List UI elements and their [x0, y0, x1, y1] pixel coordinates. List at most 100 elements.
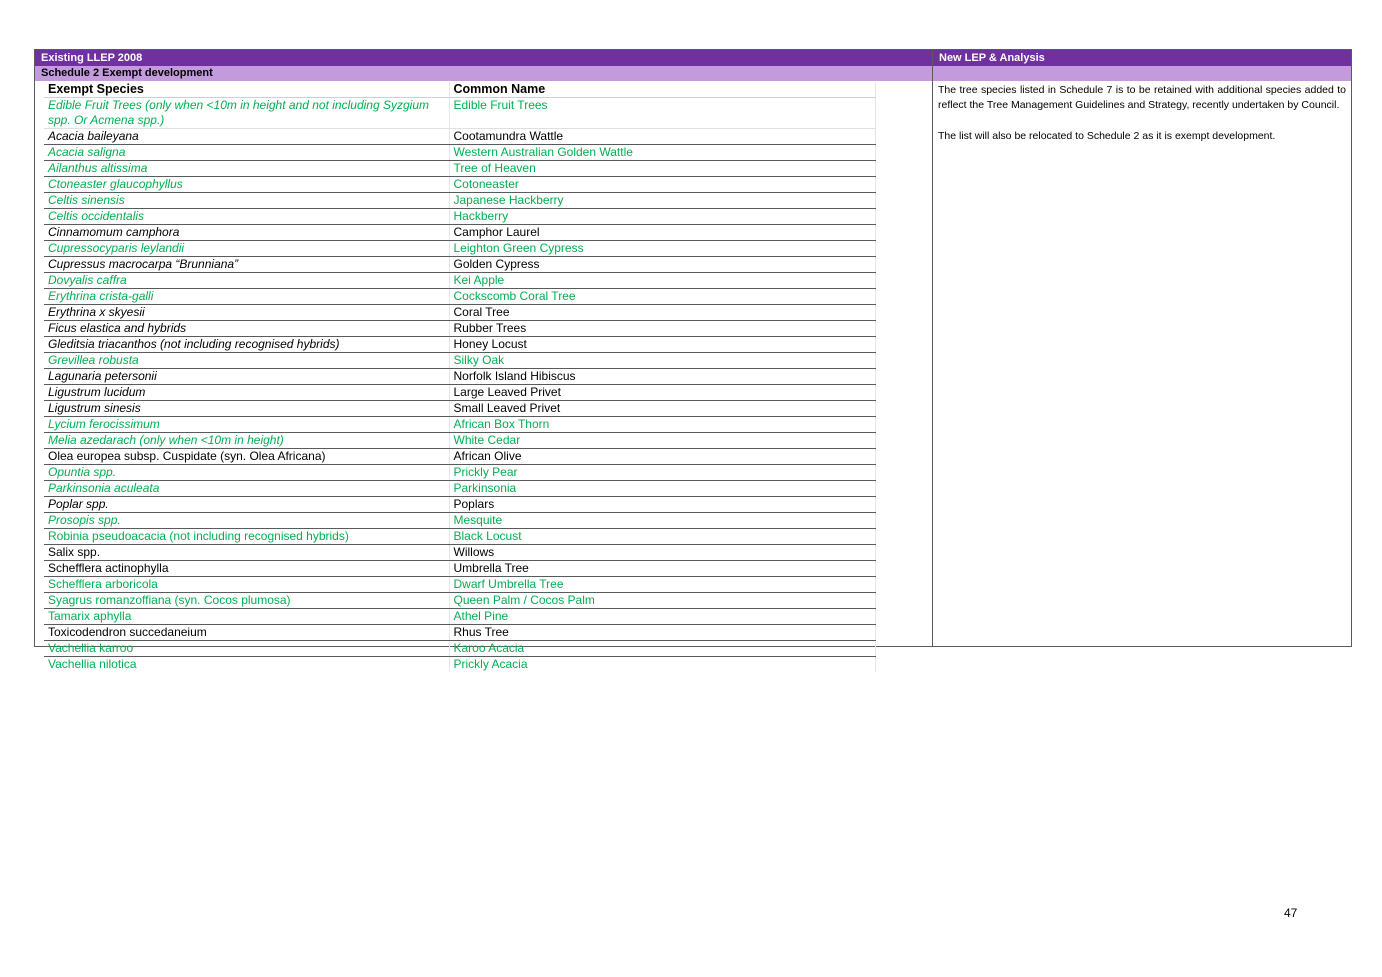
- common-name-cell: Willows: [449, 544, 876, 561]
- species-name-cell: Ctoneaster glaucophyllus: [44, 176, 450, 193]
- common-name-cell: Prickly Acacia: [449, 656, 876, 672]
- exempt-species-column-header: Exempt Species: [44, 82, 450, 98]
- column-divider: [932, 50, 933, 646]
- analysis-text: The tree species listed in Schedule 7 is…: [938, 83, 1346, 160]
- species-name-cell: Celtis occidentalis: [44, 208, 450, 225]
- table-row: Celtis occidentalis Hackberry: [44, 208, 876, 225]
- species-name-cell: Lycium ferocissimum: [44, 416, 450, 433]
- table-row: Salix spp. Willows: [44, 544, 876, 561]
- table-row: Melia azedarach (only when <10m in heigh…: [44, 432, 876, 449]
- table-row: Cupressocyparis leylandii Leighton Green …: [44, 240, 876, 257]
- table-row: Opuntia spp. Prickly Pear: [44, 464, 876, 481]
- species-name-cell: Acacia saligna: [44, 144, 450, 161]
- table-row: Celtis sinensis Japanese Hackberry: [44, 192, 876, 209]
- common-name-cell: Kei Apple: [449, 272, 876, 289]
- species-name-cell: Cupressocyparis leylandii: [44, 240, 450, 257]
- common-name-cell: Silky Oak: [449, 352, 876, 369]
- species-name-cell: Dovyalis caffra: [44, 272, 450, 289]
- species-name-cell: Acacia baileyana: [44, 128, 450, 145]
- species-name-cell: Opuntia spp.: [44, 464, 450, 481]
- species-name-cell: Gleditsia triacanthos (not including rec…: [44, 336, 450, 353]
- common-name-cell: Poplars: [449, 496, 876, 513]
- schedule-2-subheader: Schedule 2 Exempt development: [35, 66, 932, 81]
- common-name-cell: Small Leaved Privet: [449, 400, 876, 417]
- table-row: Cupressus macrocarpa “Brunniana” Golden C…: [44, 256, 876, 273]
- common-name-cell: Rhus Tree: [449, 624, 876, 641]
- table-row: Robinia pseudoacacia (not including reco…: [44, 528, 876, 545]
- table-row: Ctoneaster glaucophyllus Cotoneaster: [44, 176, 876, 193]
- common-name-cell: Athel Pine: [449, 608, 876, 625]
- species-name-cell: Edible Fruit Trees (only when <10m in he…: [44, 97, 450, 129]
- common-name-cell: Coral Tree: [449, 304, 876, 321]
- table-row: Olea europea subsp. Cuspidate (syn. Olea…: [44, 448, 876, 465]
- common-name-column-header: Common Name: [449, 82, 876, 98]
- species-name-cell: Olea europea subsp. Cuspidate (syn. Olea…: [44, 448, 450, 465]
- species-name-cell: Parkinsonia aculeata: [44, 480, 450, 497]
- common-name-cell: Leighton Green Cypress: [449, 240, 876, 257]
- species-name-cell: Schefflera arboricola: [44, 576, 450, 593]
- table-row: Grevillea robusta Silky Oak: [44, 352, 876, 369]
- common-name-cell: Mesquite: [449, 512, 876, 529]
- common-name-cell: Golden Cypress: [449, 256, 876, 273]
- exempt-species-table: Exempt Species Common Name Edible Fruit …: [44, 82, 876, 672]
- existing-llep-header: Existing LLEP 2008: [35, 50, 932, 66]
- species-name-cell: Melia azedarach (only when <10m in heigh…: [44, 432, 450, 449]
- species-name-cell: Ailanthus altissima: [44, 160, 450, 177]
- table-row: Lagunaria petersonii Norfolk Island Hibis…: [44, 368, 876, 385]
- common-name-cell: Parkinsonia: [449, 480, 876, 497]
- species-name-cell: Tamarix aphylla: [44, 608, 450, 625]
- table-row: Acacia baileyana Cootamundra Wattle: [44, 128, 876, 145]
- species-name-cell: Grevillea robusta: [44, 352, 450, 369]
- page-number: 47: [1284, 906, 1298, 920]
- table-row: Ligustrum lucidum Large Leaved Privet: [44, 384, 876, 401]
- schedule-comparison-table: Existing LLEP 2008 New LEP & Analysis Sc…: [34, 49, 1352, 672]
- species-name-cell: Cupressus macrocarpa “Brunniana”: [44, 256, 450, 273]
- analysis-paragraph: The tree species listed in Schedule 7 is…: [938, 84, 1346, 112]
- species-name-cell: Ficus elastica and hybrids: [44, 320, 450, 337]
- table-row: Ficus elastica and hybrids Rubber Trees: [44, 320, 876, 337]
- species-name-cell: Toxicodendron succedaneium: [44, 624, 450, 641]
- species-name-cell: Poplar spp.: [44, 496, 450, 513]
- analysis-paragraph: The list will also be relocated to Sched…: [938, 130, 1276, 143]
- common-name-cell: Karoo Acacia: [449, 640, 876, 657]
- table-row: Gleditsia triacanthos (not including rec…: [44, 336, 876, 353]
- common-name-cell: Rubber Trees: [449, 320, 876, 337]
- table-row: Vachellia karroo Karoo Acacia: [44, 640, 876, 657]
- table-row: Edible Fruit Trees (only when <10m in he…: [44, 97, 876, 129]
- table-row: Lycium ferocissimum African Box Thorn: [44, 416, 876, 433]
- common-name-cell: Tree of Heaven: [449, 160, 876, 177]
- table-row: Erythrina x skyesii Coral Tree: [44, 304, 876, 321]
- common-name-cell: Honey Locust: [449, 336, 876, 353]
- common-name-cell: Umbrella Tree: [449, 560, 876, 577]
- common-name-cell: Japanese Hackberry: [449, 192, 876, 209]
- new-lep-analysis-header: New LEP & Analysis: [933, 50, 1351, 66]
- common-name-cell: White Cedar: [449, 432, 876, 449]
- species-name-cell: Erythrina crista-galli: [44, 288, 450, 305]
- common-name-cell: Large Leaved Privet: [449, 384, 876, 401]
- analysis-subheader-blank: [933, 66, 1351, 81]
- table-row: Parkinsonia aculeata Parkinsonia: [44, 480, 876, 497]
- species-name-cell: Ligustrum sinesis: [44, 400, 450, 417]
- species-name-cell: Ligustrum lucidum: [44, 384, 450, 401]
- table-row: Dovyalis caffra Kei Apple: [44, 272, 876, 289]
- table-row: Toxicodendron succedaneium Rhus Tree: [44, 624, 876, 641]
- table-row: Acacia saligna Western Australian Golden …: [44, 144, 876, 161]
- species-name-cell: Schefflera actinophylla: [44, 560, 450, 577]
- table-row: Vachellia nilotica Prickly Acacia: [44, 656, 876, 672]
- common-name-cell: Queen Palm / Cocos Palm: [449, 592, 876, 609]
- table-row: Ligustrum sinesis Small Leaved Privet: [44, 400, 876, 417]
- common-name-cell: African Box Thorn: [449, 416, 876, 433]
- table-row: Poplar spp. Poplars: [44, 496, 876, 513]
- species-name-cell: Vachellia nilotica: [44, 656, 450, 672]
- species-name-cell: Lagunaria petersonii: [44, 368, 450, 385]
- table-row: Schefflera actinophylla Umbrella Tree: [44, 560, 876, 577]
- common-name-cell: Cotoneaster: [449, 176, 876, 193]
- common-name-cell: Black Locust: [449, 528, 876, 545]
- species-name-cell: Prosopis spp.: [44, 512, 450, 529]
- common-name-cell: Cockscomb Coral Tree: [449, 288, 876, 305]
- species-name-cell: Syagrus romanzoffiana (syn. Cocos plumos…: [44, 592, 450, 609]
- table-row: Syagrus romanzoffiana (syn. Cocos plumos…: [44, 592, 876, 609]
- species-name-cell: Erythrina x skyesii: [44, 304, 450, 321]
- species-name-cell: Cinnamomum camphora: [44, 224, 450, 241]
- common-name-cell: Prickly Pear: [449, 464, 876, 481]
